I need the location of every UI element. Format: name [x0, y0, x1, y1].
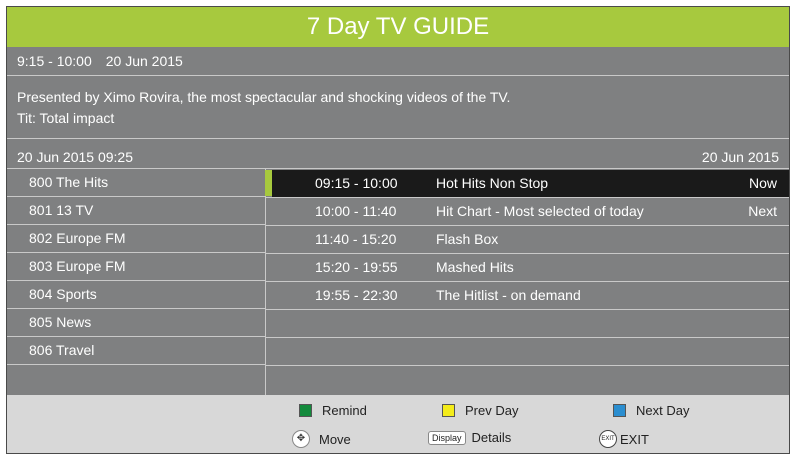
description-subtitle: Tit: Total impact — [17, 110, 115, 126]
program-row[interactable]: 10:00 - 11:40 Hit Chart - Most selected … — [272, 198, 789, 225]
channel-item[interactable]: 801 13 TV — [7, 197, 265, 224]
divider — [7, 364, 265, 365]
program-name: Mashed Hits — [436, 259, 514, 275]
program-row-selected[interactable]: 09:15 - 10:00 Hot Hits Non Stop Now — [272, 170, 789, 197]
exit-key-icon: EXIT — [599, 430, 617, 448]
prev-day-button[interactable]: Prev Day — [442, 403, 518, 418]
divider — [266, 365, 789, 366]
divider — [7, 75, 789, 76]
description-text: Presented by Ximo Rovira, the most spect… — [17, 89, 511, 105]
dpad-icon: ✥ — [292, 430, 310, 448]
channel-item[interactable]: 804 Sports — [7, 281, 265, 308]
yellow-key-icon — [442, 404, 455, 417]
move-button[interactable]: ✥ Move — [292, 430, 351, 448]
program-row[interactable]: 19:55 - 22:30 The Hitlist - on demand — [272, 282, 789, 309]
exit-label: EXIT — [620, 431, 649, 447]
divider — [266, 337, 789, 338]
column-divider — [265, 169, 266, 395]
program-name: Hit Chart - Most selected of today — [436, 203, 644, 219]
program-time: 19:55 - 22:30 — [315, 287, 398, 303]
channel-item[interactable]: 800 The Hits — [7, 169, 265, 196]
remind-button[interactable]: Remind — [299, 403, 367, 418]
divider — [7, 138, 789, 139]
remind-label: Remind — [322, 403, 367, 418]
program-time: 15:20 - 19:55 — [315, 259, 398, 275]
selection-marker — [265, 170, 272, 196]
program-status: Next — [748, 203, 777, 219]
program-row[interactable]: 15:20 - 19:55 Mashed Hits — [272, 254, 789, 281]
key-legend: Remind Prev Day Next Day ✥ Move Display … — [7, 395, 789, 453]
tv-guide-window: 7 Day TV GUIDE 9:15 - 10:00 20 Jun 2015 P… — [6, 6, 790, 454]
program-name: Flash Box — [436, 231, 499, 247]
move-label: Move — [319, 431, 351, 447]
details-button[interactable]: Display Details — [428, 430, 511, 445]
page-title: 7 Day TV GUIDE — [7, 7, 789, 47]
channel-item[interactable]: 803 Europe FM — [7, 253, 265, 280]
program-name: The Hitlist - on demand — [436, 287, 581, 303]
program-time-range: 9:15 - 10:00 — [17, 53, 92, 69]
exit-button[interactable]: EXIT EXIT — [599, 430, 649, 448]
channel-item[interactable]: 802 Europe FM — [7, 225, 265, 252]
program-time: 09:15 - 10:00 — [315, 175, 398, 191]
program-name: Hot Hits Non Stop — [436, 175, 549, 191]
program-description: Presented by Ximo Rovira, the most spect… — [17, 87, 510, 129]
blue-key-icon — [613, 404, 626, 417]
program-time-info: 9:15 - 10:00 20 Jun 2015 — [17, 53, 183, 69]
program-time: 10:00 - 11:40 — [315, 203, 397, 219]
current-datetime: 20 Jun 2015 09:25 — [17, 149, 133, 165]
details-label: Details — [471, 430, 512, 445]
next-day-button[interactable]: Next Day — [613, 403, 689, 418]
program-time: 11:40 - 15:20 — [315, 231, 397, 247]
next-day-label: Next Day — [636, 403, 690, 418]
channel-list: 800 The Hits 801 13 TV 802 Europe FM 803… — [7, 169, 265, 395]
channel-item[interactable]: 806 Travel — [7, 337, 265, 364]
green-key-icon — [299, 404, 312, 417]
channel-item[interactable]: 805 News — [7, 309, 265, 336]
selected-day: 20 Jun 2015 — [701, 149, 779, 165]
program-date: 20 Jun 2015 — [105, 53, 183, 69]
display-key-icon: Display — [428, 430, 466, 445]
program-row[interactable]: 11:40 - 15:20 Flash Box — [272, 226, 789, 253]
divider — [266, 309, 789, 310]
program-status: Now — [748, 175, 777, 191]
prev-day-label: Prev Day — [465, 403, 519, 418]
